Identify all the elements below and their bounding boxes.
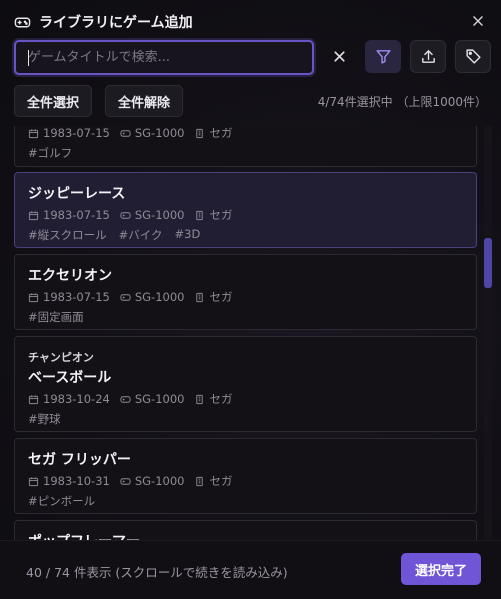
tag: #野球 xyxy=(28,412,61,426)
game-card[interactable]: エクセリオン 1983-07-15 SG-1000 セガ #固定画面 xyxy=(14,254,477,330)
text-caret xyxy=(28,50,29,66)
building-icon xyxy=(196,476,204,486)
calendar-icon xyxy=(28,292,39,302)
platform: SG-1000 xyxy=(134,392,185,406)
gamepad-icon xyxy=(120,129,131,137)
gamepad-icon xyxy=(120,477,131,485)
search-input[interactable] xyxy=(16,42,312,73)
platform: SG-1000 xyxy=(134,208,185,222)
dialog-footer: 40 / 74 件表示 (スクロールで続きを読み込み) 選択完了 xyxy=(0,540,501,599)
game-title-prefix: チャンピオン xyxy=(28,351,94,364)
game-title: セガ フリッパー xyxy=(28,452,131,468)
game-card[interactable]: チャンピオン ベースボール 1983-10-24 SG-1000 セガ #野球 xyxy=(14,336,477,432)
gamepad-icon xyxy=(120,293,131,301)
game-meta: 1983-07-15 SG-1000 セガ xyxy=(28,289,242,305)
game-meta: 1983-07-15 SG-1000 セガ xyxy=(28,126,242,141)
game-tags: #固定画面 xyxy=(28,309,84,325)
game-title: ポップフレーマー xyxy=(28,531,140,540)
maker: セガ xyxy=(209,474,233,488)
release-date: 1983-07-15 xyxy=(43,126,110,140)
maker: セガ xyxy=(209,208,233,222)
dialog-header: ライブラリにゲーム追加 xyxy=(14,10,193,34)
calendar-icon xyxy=(28,394,39,404)
platform: SG-1000 xyxy=(134,126,185,140)
building-icon xyxy=(196,128,204,138)
clear-search-button[interactable] xyxy=(321,40,357,73)
game-tags: #野球 xyxy=(28,411,61,427)
platform: SG-1000 xyxy=(134,474,185,488)
game-card[interactable]: ポップフレーマー xyxy=(14,520,477,540)
release-date: 1983-10-31 xyxy=(43,474,110,488)
game-meta: 1983-07-15 SG-1000 セガ xyxy=(28,207,242,223)
tag: #縦スクロール xyxy=(28,228,107,242)
tag: #ピンボール xyxy=(28,494,96,508)
game-tags: #ピンボール xyxy=(28,493,95,509)
dialog-close-button[interactable] xyxy=(467,10,489,32)
calendar-icon xyxy=(28,210,39,220)
game-card-selected[interactable]: ジッピーレース 1983-07-15 SG-1000 セガ #縦スクロール #バ… xyxy=(14,172,477,248)
export-button[interactable] xyxy=(410,40,446,73)
maker: セガ xyxy=(209,126,233,140)
dialog-title: ライブラリにゲーム追加 xyxy=(39,15,193,31)
game-meta: 1983-10-31 SG-1000 セガ xyxy=(28,473,242,489)
filter-icon xyxy=(375,50,391,64)
calendar-icon xyxy=(28,128,39,138)
building-icon xyxy=(196,210,204,220)
game-tags: #ゴルフ xyxy=(28,145,72,161)
calendar-icon xyxy=(28,476,39,486)
release-date: 1983-07-15 xyxy=(43,290,110,304)
game-title: ベースボール xyxy=(28,370,112,386)
tag: #バイク xyxy=(118,228,163,242)
select-all-button[interactable]: 全件選択 xyxy=(14,85,93,117)
load-status: 40 / 74 件表示 (スクロールで続きを読み込み) xyxy=(26,565,288,580)
upload-icon xyxy=(421,50,435,63)
add-game-dialog: ライブラリにゲーム追加 全件選択 全件解除 4/74件選択中 （上限1000件） xyxy=(0,0,501,599)
gamepad-icon xyxy=(120,395,131,403)
scrollbar-track[interactable] xyxy=(484,126,492,540)
close-icon xyxy=(473,16,483,26)
platform: SG-1000 xyxy=(134,290,185,304)
selection-count: 4/74件選択中 （上限1000件） xyxy=(317,95,487,109)
game-title: エクセリオン xyxy=(28,268,112,284)
tag: #固定画面 xyxy=(28,310,84,324)
game-title: ジッピーレース xyxy=(28,186,126,202)
game-card[interactable]: セガ フリッパー 1983-10-31 SG-1000 セガ #ピンボール xyxy=(14,438,477,514)
done-button[interactable]: 選択完了 xyxy=(401,553,481,585)
game-tags: #縦スクロール #バイク #3D xyxy=(28,227,200,243)
close-icon xyxy=(333,51,345,62)
game-card[interactable]: 1983-07-15 SG-1000 セガ #ゴルフ xyxy=(14,126,477,167)
game-list: 1983-07-15 SG-1000 セガ #ゴルフ ジッピーレース 1983-… xyxy=(14,126,480,540)
building-icon xyxy=(196,292,204,302)
maker: セガ xyxy=(209,392,233,406)
release-date: 1983-07-15 xyxy=(43,208,110,222)
tag: #ゴルフ xyxy=(28,146,73,160)
gamepad-icon xyxy=(120,211,131,219)
tag-icon xyxy=(465,49,481,64)
tag-button[interactable] xyxy=(455,40,491,73)
gamepad-icon xyxy=(14,17,31,27)
tag: #3D xyxy=(174,227,201,241)
release-date: 1983-10-24 xyxy=(43,392,110,406)
filter-button[interactable] xyxy=(365,40,401,73)
deselect-all-button[interactable]: 全件解除 xyxy=(105,85,184,117)
maker: セガ xyxy=(209,290,233,304)
building-icon xyxy=(196,394,204,404)
search-box xyxy=(14,40,314,75)
game-meta: 1983-10-24 SG-1000 セガ xyxy=(28,391,242,407)
scrollbar-thumb[interactable] xyxy=(484,238,492,288)
